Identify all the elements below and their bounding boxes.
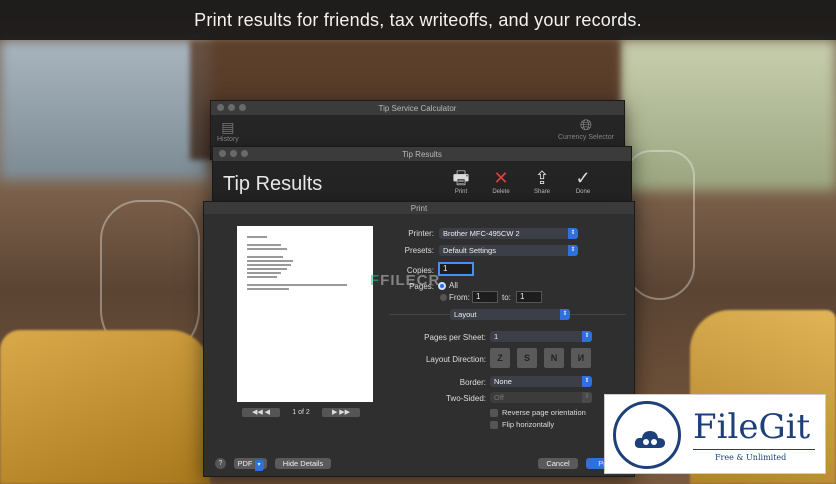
logo-emblem <box>613 401 681 469</box>
delete-icon: ✕ <box>493 168 509 188</box>
preview-pager: ◀◀ ◀ 1 of 2 ▶ ▶▶ <box>242 407 368 417</box>
logo-name: FileGit <box>693 407 811 447</box>
printer-icon: 🖶 <box>452 168 470 188</box>
chevron-updown-icon: ⇕ <box>568 245 578 256</box>
window-title: Tip Service Calculator <box>378 103 457 113</box>
cloud-icon <box>634 431 665 448</box>
filegit-logo: FileGit Free & Unlimited <box>604 394 826 474</box>
page-title: Tip Results <box>223 173 323 195</box>
watermark: FFILECR <box>370 272 441 289</box>
done-button[interactable]: ✓ Done <box>563 167 603 195</box>
printer-label: Printer: <box>408 229 434 238</box>
two-sided-select: Off ⇕ <box>490 392 592 403</box>
pages-per-sheet-select[interactable]: 1 ⇕ <box>490 331 592 342</box>
flip-horizontally-checkbox[interactable] <box>490 421 498 429</box>
window-title: Tip Results <box>402 149 442 159</box>
hide-details-button[interactable]: Hide Details <box>275 458 331 469</box>
two-sided-label: Two-Sided: <box>445 394 486 403</box>
history-icon: ▤ <box>221 119 235 135</box>
close-dot[interactable] <box>219 150 226 157</box>
print-dialog: Print ◀◀ ◀ 1 of 2 ▶ ▶▶ Printer: Brother … <box>203 201 635 477</box>
chevron-updown-icon: ⇕ <box>568 228 578 239</box>
printer-select[interactable]: Brother MFC-495CW 2 ⇕ <box>439 228 578 239</box>
copies-field[interactable]: 1 <box>438 262 474 276</box>
globe-icon: 🌐︎ <box>579 117 592 134</box>
layout-direction-label: Layout Direction: <box>425 355 486 364</box>
layout-direction-n-icon[interactable]: N <box>544 348 564 368</box>
border-label: Border: <box>459 378 486 387</box>
prev-page-button[interactable]: ◀◀ ◀ <box>242 407 280 417</box>
share-icon: ⇪ <box>534 168 550 188</box>
banner-text: Print results for friends, tax writeoffs… <box>194 9 642 30</box>
history-button[interactable]: ▤ History <box>217 119 239 143</box>
layout-direction-reverse-n-icon[interactable]: И <box>571 348 591 368</box>
pdf-menu-button[interactable]: PDF ▾ <box>234 458 267 471</box>
close-dot[interactable] <box>217 104 224 111</box>
pages-range-radio[interactable] <box>440 294 447 301</box>
dialog-title: Print <box>410 203 428 213</box>
reverse-orientation-label: Reverse page orientation <box>502 408 586 417</box>
currency-selector-button[interactable]: 🌐︎ Currency Selector <box>556 117 616 141</box>
page-indicator: 1 of 2 <box>292 408 310 416</box>
chevron-updown-icon: ⇕ <box>560 309 570 320</box>
zoom-dot[interactable] <box>239 104 246 111</box>
delete-button[interactable]: ✕ Delete <box>481 167 521 195</box>
presets-select[interactable]: Default Settings ⇕ <box>439 245 578 256</box>
window-titlebar: Tip Service Calculator <box>211 101 624 115</box>
flip-horizontally-label: Flip horizontally <box>502 420 555 429</box>
window-titlebar: Tip Results <box>213 147 631 161</box>
section-select[interactable]: Layout ⇕ <box>450 309 570 320</box>
presets-label: Presets: <box>404 246 434 255</box>
promo-banner: Print results for friends, tax writeoffs… <box>0 0 836 40</box>
print-preview <box>237 226 373 402</box>
chevron-updown-icon: ⇕ <box>582 392 592 403</box>
pages-from-label: From: <box>449 293 470 302</box>
help-button[interactable]: ? <box>215 458 226 469</box>
chevron-updown-icon: ⇕ <box>582 376 592 387</box>
reverse-orientation-checkbox[interactable] <box>490 409 498 417</box>
chevron-down-icon: ▾ <box>254 460 264 471</box>
cancel-button[interactable]: Cancel <box>538 458 578 469</box>
pages-all-label: All <box>449 281 458 290</box>
pages-from-field[interactable]: 1 <box>472 291 498 303</box>
pages-to-field[interactable]: 1 <box>516 291 542 303</box>
checkmark-icon: ✓ <box>575 168 591 188</box>
pages-to-label: to: <box>502 293 511 302</box>
minimize-dot[interactable] <box>228 104 235 111</box>
pages-per-sheet-label: Pages per Sheet: <box>424 333 486 342</box>
logo-tagline: Free & Unlimited <box>715 453 787 462</box>
layout-direction-s-icon[interactable]: S <box>517 348 537 368</box>
dialog-footer: ? PDF ▾ Hide Details Cancel Print <box>204 452 636 476</box>
chevron-updown-icon: ⇕ <box>582 331 592 342</box>
zoom-dot[interactable] <box>241 150 248 157</box>
border-select[interactable]: None ⇕ <box>490 376 592 387</box>
layout-direction-z-icon[interactable]: Z <box>490 348 510 368</box>
dialog-titlebar: Print <box>204 202 634 214</box>
print-button[interactable]: 🖶 Print <box>441 167 481 195</box>
minimize-dot[interactable] <box>230 150 237 157</box>
share-button[interactable]: ⇪ Share <box>522 167 562 195</box>
next-page-button[interactable]: ▶ ▶▶ <box>322 407 360 417</box>
